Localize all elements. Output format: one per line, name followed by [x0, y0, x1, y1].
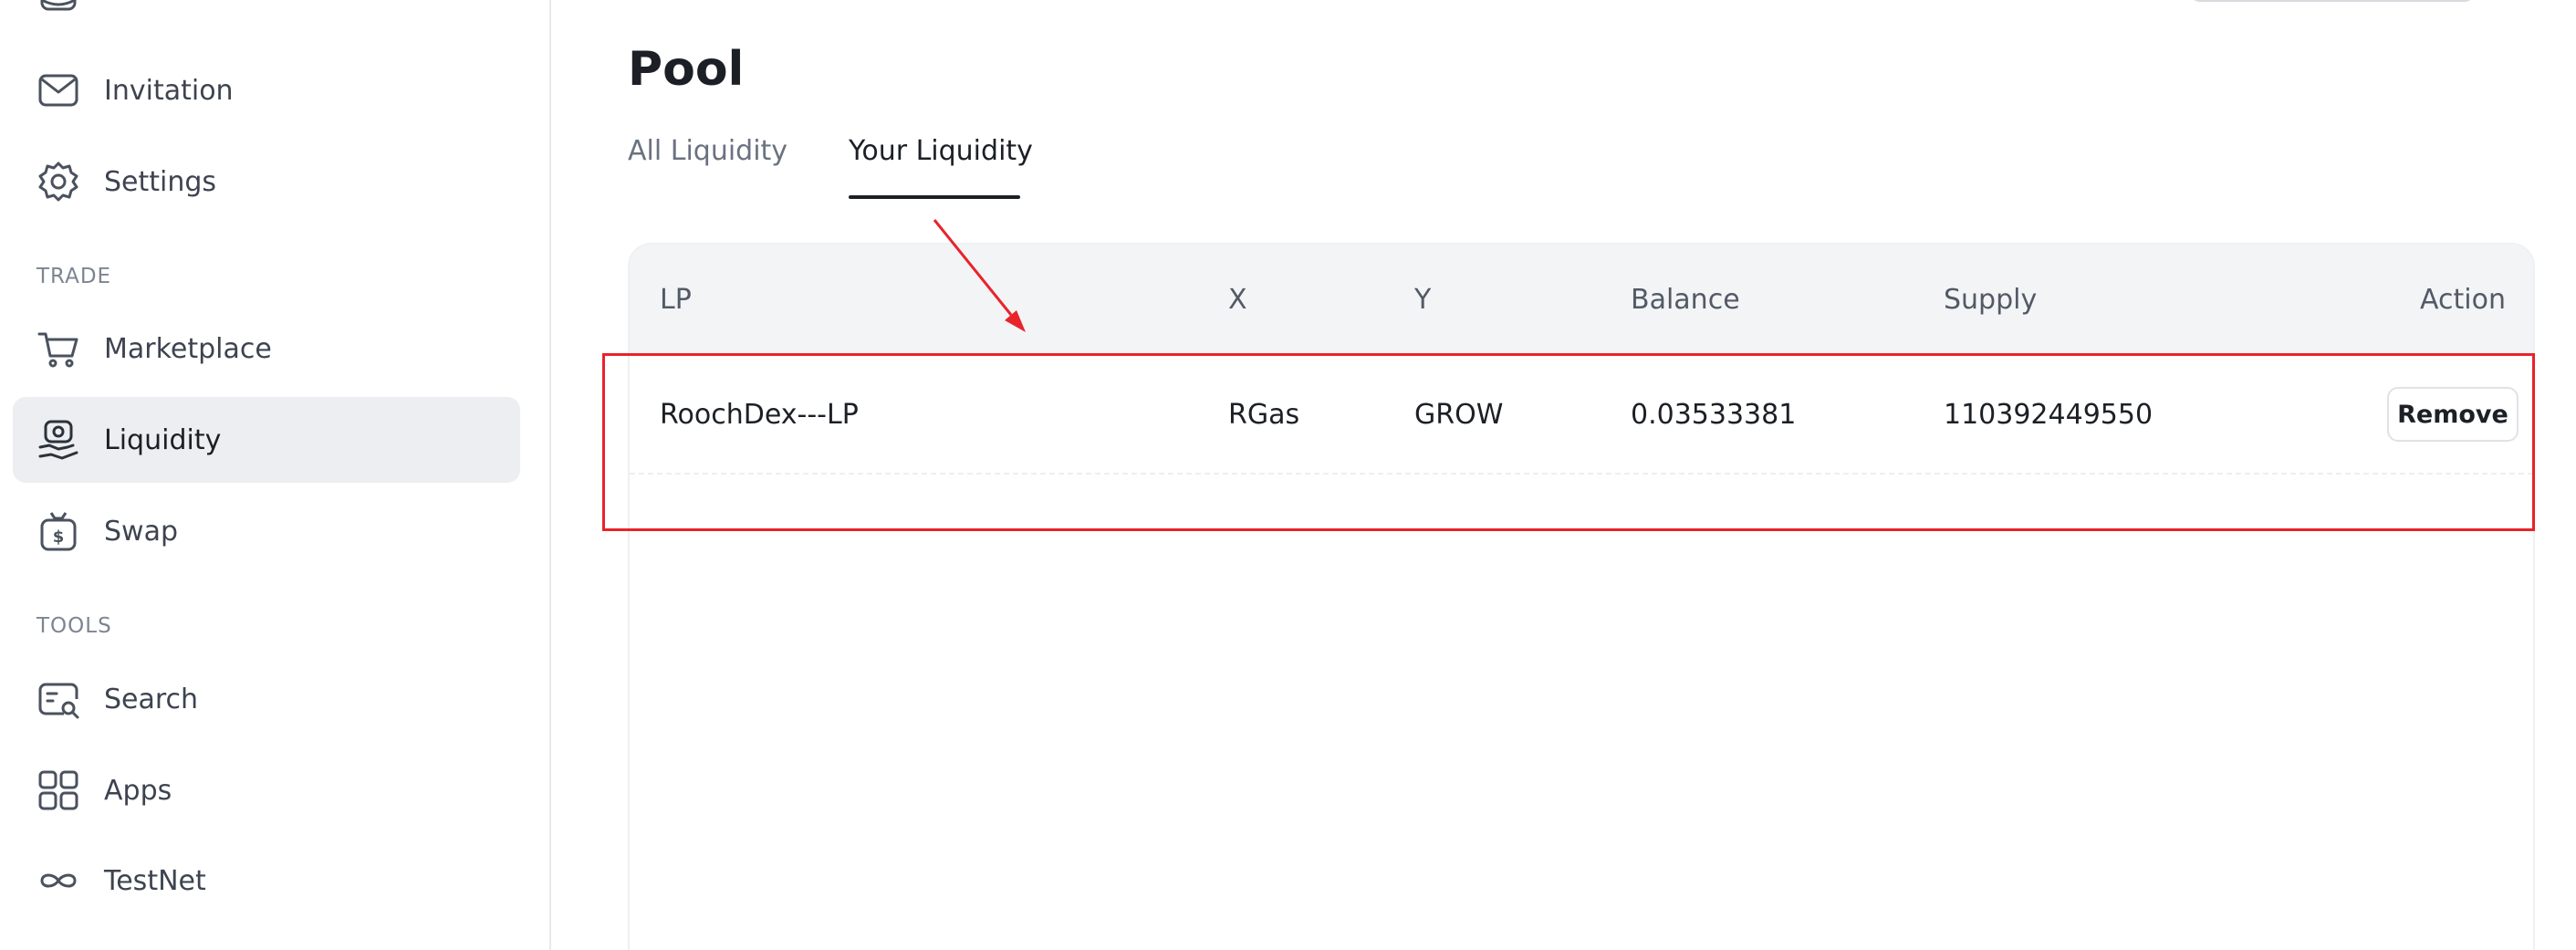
annotation-arrow-line	[933, 219, 1013, 316]
annotation-arrow	[933, 219, 1026, 332]
annotation-arrow-head	[1005, 310, 1026, 332]
app-root: Invitation Settings TRADE Marketplace Li…	[0, 0, 2576, 950]
